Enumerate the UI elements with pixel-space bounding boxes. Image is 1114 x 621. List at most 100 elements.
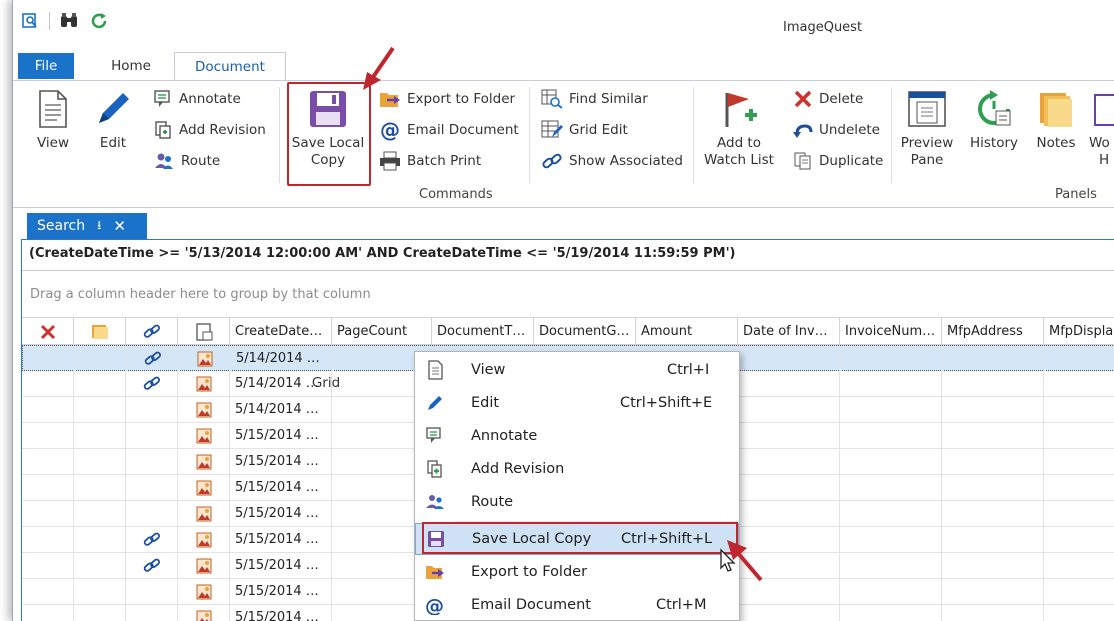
col-header-documenttype[interactable]: DocumentT… — [432, 318, 534, 345]
grid-cell — [840, 449, 942, 474]
batch-print-button[interactable]: Batch Print — [379, 150, 481, 172]
menu-item-email-document[interactable]: @ Email Document Ctrl+M — [415, 589, 739, 621]
batch-print-label: Batch Print — [407, 153, 482, 169]
menu-item-label: Route — [471, 494, 514, 510]
route-label: Route — [181, 153, 221, 169]
image-thumbnail-icon — [197, 351, 212, 366]
menu-item-view[interactable]: View Ctrl+I — [415, 354, 739, 386]
add-to-watch-label-1: Add to — [717, 135, 761, 151]
close-icon[interactable]: ✕ — [113, 217, 126, 235]
image-thumbnail-icon — [196, 532, 211, 547]
grid-cell — [75, 346, 127, 371]
grid-cell — [738, 501, 840, 526]
find-similar-button[interactable]: Find Similar — [541, 88, 648, 110]
createdate-cell: 5/15/2014 … — [230, 501, 332, 526]
email-document-label: Email Document — [407, 122, 519, 138]
col-header-thumbnail[interactable] — [178, 318, 230, 345]
notes-button[interactable]: Notes — [1031, 89, 1081, 152]
duplicate-label: Duplicate — [819, 153, 884, 169]
link-icon — [144, 351, 161, 365]
grid-cell — [1044, 553, 1114, 578]
image-thumbnail-icon — [196, 610, 211, 621]
menu-item-highlight — [422, 522, 738, 554]
search-tab-label: Search — [37, 218, 86, 234]
grid-cell — [942, 605, 1044, 621]
associated-cell — [127, 346, 179, 371]
tab-home[interactable]: Home — [101, 52, 161, 80]
add-revision-button[interactable]: Add Revision — [153, 119, 266, 141]
pin-icon[interactable]: ⭳ — [97, 216, 101, 237]
createdate-cell: 5/14/2014 … — [230, 371, 332, 396]
history-button[interactable]: History — [965, 89, 1023, 152]
annotate-button[interactable]: Annotate — [153, 88, 241, 110]
col-header-createdate[interactable]: CreateDate… — [230, 318, 332, 345]
tab-document[interactable]: Document — [174, 52, 286, 81]
delete-button[interactable]: Delete — [793, 88, 863, 110]
search-panel-tab[interactable]: Search ⭳ ✕ — [27, 213, 147, 239]
col-header-amount[interactable]: Amount — [636, 318, 738, 345]
export-to-folder-button[interactable]: Export to Folder — [379, 88, 515, 110]
menu-item-annotate[interactable]: Annotate — [415, 420, 739, 452]
search-icon[interactable] — [19, 10, 41, 32]
associated-cell — [126, 579, 178, 604]
binoculars-icon[interactable] — [58, 10, 80, 32]
col-header-date-of-invoice[interactable]: Date of Inv… — [738, 318, 840, 345]
group-by-hint: Drag a column header here to group by th… — [30, 287, 371, 302]
add-to-watch-list-button[interactable]: Add to Watch List — [701, 89, 777, 169]
image-thumbnail-icon — [196, 428, 211, 443]
grid-cell — [1044, 501, 1114, 526]
grid-cell — [1044, 475, 1114, 500]
col-header-invoicenumber[interactable]: InvoiceNum… — [840, 318, 942, 345]
view-button[interactable]: View — [31, 89, 75, 152]
menu-item-edit[interactable]: Edit Ctrl+Shift+E — [415, 387, 739, 419]
title-bar: ImageQuest — [13, 0, 1114, 50]
createdate-cell: 5/15/2014 … — [230, 449, 332, 474]
quick-access-toolbar — [19, 10, 110, 32]
grid-cell — [942, 397, 1044, 422]
edit-button[interactable]: Edit — [91, 89, 135, 152]
thumbnail-cell — [178, 371, 230, 396]
preview-pane-button[interactable]: Preview Pane — [899, 89, 955, 169]
col-header-notes[interactable] — [74, 318, 126, 345]
workflow-history-button[interactable]: Wo H — [1089, 89, 1114, 169]
preview-pane-icon — [908, 91, 946, 127]
group-label-commands: Commands — [419, 187, 493, 202]
col-header-mfpaddress[interactable]: MfpAddress — [942, 318, 1044, 345]
col-header-mfpdisplay[interactable]: MfpDispla — [1044, 318, 1114, 345]
grid-cell — [738, 423, 840, 448]
col-header-pagecount[interactable]: PageCount — [332, 318, 432, 345]
grid-header: CreateDate… PageCount DocumentT… Documen… — [22, 317, 1114, 345]
grid-edit-button[interactable]: Grid Edit — [541, 119, 628, 141]
svg-text:@: @ — [380, 119, 400, 141]
menu-item-shortcut: Ctrl+I — [667, 362, 710, 378]
email-document-button[interactable]: @ Email Document — [379, 119, 519, 141]
grid-cell — [74, 475, 126, 500]
grid-cell — [22, 449, 74, 474]
col-header-associated[interactable] — [126, 318, 178, 345]
menu-item-export-to-folder[interactable]: Export to Folder — [415, 556, 739, 588]
col-header-deleted[interactable] — [22, 318, 74, 345]
duplicate-button[interactable]: Duplicate — [793, 150, 883, 172]
image-thumbnail-icon — [196, 454, 211, 469]
grid-cell — [22, 579, 74, 604]
notes-icon — [91, 324, 108, 339]
ribbon: View Edit Annotate Add Revision Route Sa… — [13, 80, 1114, 208]
history-label: History — [969, 135, 1019, 151]
menu-item-add-revision[interactable]: Add Revision — [415, 453, 739, 485]
route-button[interactable]: Route — [153, 150, 220, 172]
col-header-documentgroup[interactable]: DocumentG… — [534, 318, 636, 345]
annotate-icon — [426, 427, 441, 443]
grid-cell — [22, 553, 74, 578]
flag-add-icon — [725, 93, 757, 127]
undelete-button[interactable]: Undelete — [793, 119, 880, 141]
document-icon — [195, 322, 212, 341]
separator — [891, 87, 892, 183]
refresh-icon[interactable] — [88, 10, 110, 32]
grid-cell — [738, 397, 840, 422]
menu-item-label: Edit — [471, 395, 500, 411]
associated-cell — [126, 371, 178, 396]
preview-pane-label-1: Preview — [900, 135, 954, 151]
tab-file[interactable]: File — [18, 53, 74, 79]
show-associated-button[interactable]: Show Associated — [541, 150, 683, 172]
menu-item-route[interactable]: Route — [415, 486, 739, 518]
